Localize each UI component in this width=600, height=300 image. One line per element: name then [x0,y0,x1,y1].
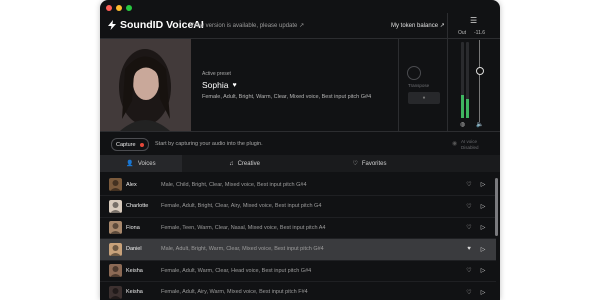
menu-bars-icon[interactable]: ☰ [470,16,477,25]
capture-label: Capture [116,141,136,148]
tab-favorites-label: Favorites [361,160,387,167]
transpose-knob[interactable] [407,66,421,80]
favorite-heart-icon[interactable]: ♥ [232,82,236,89]
output-meter-left [461,42,464,118]
output-gain-thumb[interactable] [476,67,484,75]
plugin-window: SoundID VoiceAI New version is available… [100,0,500,300]
ai-voice-status: AI voice Disabled [461,139,479,151]
active-preset-tags: Female, Adult, Bright, Warm, Clear, Mixe… [202,94,372,100]
active-preset-name: Sophia ♥ [202,80,237,90]
minimize-window-button[interactable] [116,5,122,11]
capture-divider [100,131,500,132]
app-logo: SoundID VoiceAI [108,19,204,31]
meter-right-fill [466,99,469,118]
transpose-label: Transpose [408,83,430,88]
voice-row[interactable]: Alex Male, Child, Bright, Clear, Mixed vo… [100,174,496,196]
preset-photo [100,39,191,131]
play-icon[interactable]: ▷ [476,267,490,274]
favorite-heart-icon[interactable]: ♡ [462,267,476,274]
tab-voices-label: Voices [137,160,156,167]
favorite-heart-icon[interactable]: ♡ [462,289,476,296]
tab-voices[interactable]: 👤 Voices [100,155,182,172]
play-icon[interactable]: ▷ [476,181,490,188]
favorite-heart-icon[interactable]: ♡ [462,224,476,231]
tab-creative[interactable]: ♫ Creative [182,155,307,172]
voice-avatar [109,199,122,213]
tab-favorites[interactable]: ♡ Favorites [307,155,432,172]
zoom-window-button[interactable] [126,5,132,11]
favorite-heart-icon[interactable]: ♡ [462,181,476,188]
voice-tags: Male, Child, Bright, Clear, Mixed voice,… [161,181,307,188]
music-note-icon: ♫ [229,160,234,167]
voice-tags: Male, Adult, Bright, Warm, Clear, Mixed … [161,246,324,252]
preset-name-text: Sophia [202,80,229,90]
ai-voice-icon: ◉ [452,141,458,147]
play-icon[interactable]: ▷ [476,289,490,296]
voice-avatar [109,242,122,256]
capture-hint: Start by capturing your audio into the p… [155,141,263,147]
output-meter-right [466,42,469,118]
voice-row[interactable]: Daniel Male, Adult, Bright, Warm, Clear, … [100,238,496,261]
active-preset-label: Active preset [202,71,231,77]
voice-avatar [109,178,122,191]
voice-name: Keisha [126,289,143,295]
voice-row[interactable]: Fiona Female, Teen, Warm, Clear, Nasal, M… [100,217,496,239]
close-window-button[interactable] [106,5,112,11]
voice-row[interactable]: Charlotte Female, Adult, Bright, Clear, A… [100,196,496,218]
update-link[interactable]: New version is available, please update … [192,22,304,29]
token-balance-link[interactable]: My token balance ↗ [391,22,445,29]
tab-creative-label: Creative [237,160,260,167]
favorite-heart-icon[interactable]: ♡ [462,203,476,210]
voice-avatar [109,285,122,299]
meter-left-fill [461,95,464,118]
transpose-divider [398,39,399,131]
voice-tags: Female, Adult, Bright, Clear, Airy, Mixe… [161,203,322,209]
speaker-icon[interactable]: 🔈 [476,121,483,128]
output-value: -11.6 [474,30,486,36]
voice-name: Daniel [126,246,142,252]
heart-outline-icon: ♡ [352,161,358,167]
output-gain-slider[interactable] [479,40,480,122]
record-icon [139,142,144,147]
voice-list-scrollbar[interactable] [495,178,498,236]
voice-tags: Female, Adult, Warm, Clear, Head voice, … [161,267,312,274]
voice-name: Keisha [126,267,143,274]
meter-divider [447,13,448,131]
ai-voice-state: Disabled [461,145,479,150]
window-controls [106,5,132,11]
voice-name: Alex [126,181,137,188]
preset-portrait-image [100,39,191,131]
voice-avatar [109,264,122,277]
voice-name: Fiona [126,224,140,231]
capture-button[interactable]: Capture [111,138,149,151]
person-icon: 👤 [126,161,134,167]
voice-row[interactable]: Keisha Female, Adult, Warm, Clear, Head v… [100,260,496,282]
favorite-heart-icon[interactable]: ♥ [462,246,476,252]
soundid-logo-icon [108,20,116,30]
play-icon[interactable]: ▷ [476,203,490,210]
voice-tags: Female, Teen, Warm, Clear, Nasal, Mixed … [161,224,326,231]
output-label: Out [458,30,467,36]
play-icon[interactable]: ▷ [476,246,490,253]
play-icon[interactable]: ▷ [476,224,490,231]
link-stereo-icon[interactable]: ◍ [460,121,465,128]
voice-name: Charlotte [126,203,149,209]
voice-avatar [109,221,122,234]
voice-row[interactable]: Keisha Female, Adult, Airy, Warm, Mixed v… [100,282,496,300]
voice-tags: Female, Adult, Airy, Warm, Mixed voice, … [161,289,308,295]
transpose-value-field[interactable]: ● [408,92,440,104]
